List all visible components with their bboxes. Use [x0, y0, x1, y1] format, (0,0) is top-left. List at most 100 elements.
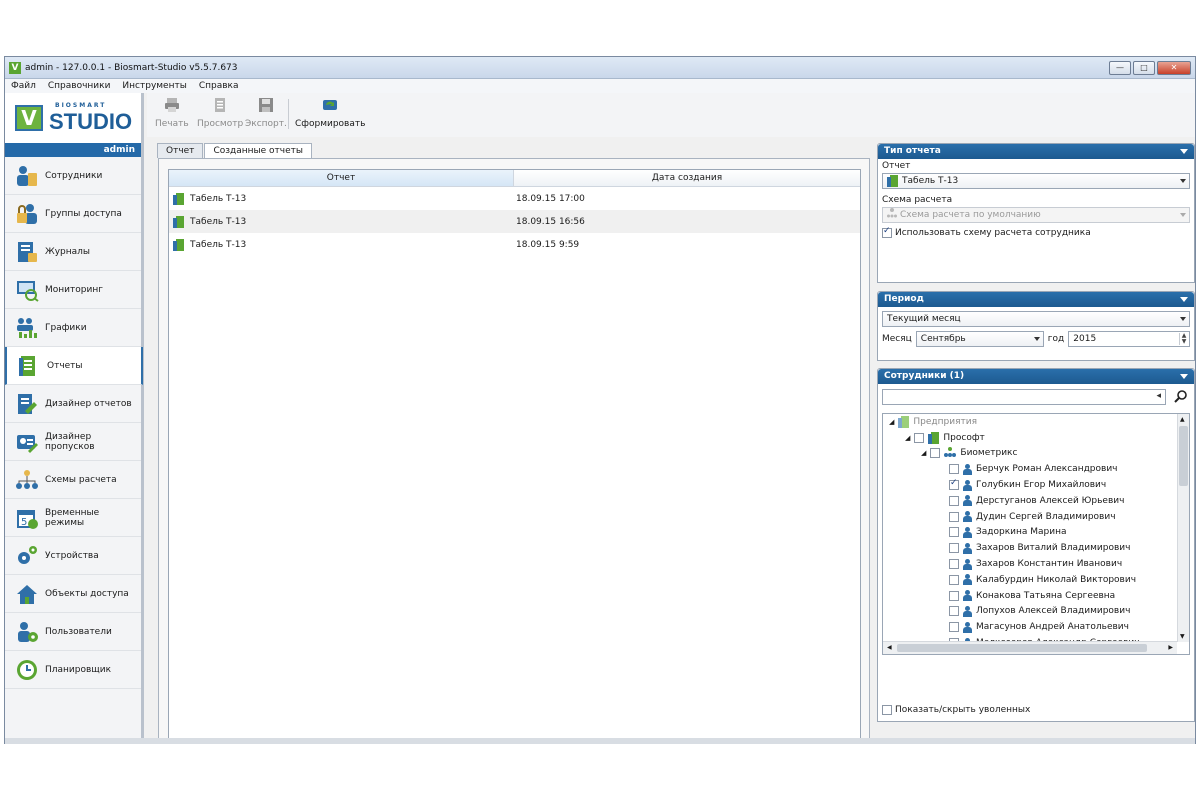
sidebar-item-access-groups[interactable]: Группы доступа [5, 195, 141, 233]
menu-directories[interactable]: Справочники [42, 79, 117, 93]
employee-checkbox[interactable] [949, 527, 959, 538]
scroll-right-icon[interactable]: ▶ [1168, 644, 1173, 651]
expand-icon[interactable]: ◢ [905, 434, 910, 442]
expand-icon[interactable]: ◢ [921, 449, 926, 457]
sidebar-item-access-objects[interactable]: Объекты доступа [5, 575, 141, 613]
employee-tree-item[interactable]: Захаров Константин Иванович [883, 556, 1189, 572]
sidebar-item-scheduler[interactable]: Планировщик [5, 651, 141, 689]
employee-tree-item[interactable]: Задоркина Марина [883, 525, 1189, 541]
period-header[interactable]: Период [878, 292, 1194, 307]
employee-name: Лопухов Алексей Владимирович [976, 606, 1131, 617]
sidebar-item-label: Планировщик [45, 664, 112, 675]
report-select[interactable]: Табель Т-13 [882, 173, 1190, 189]
employees-header[interactable]: Сотрудники (1) [878, 369, 1194, 384]
employee-name: Магасунов Андрей Анатольевич [976, 622, 1129, 633]
employee-checkbox[interactable] [949, 622, 959, 633]
export-button[interactable]: Экспорт. [245, 97, 287, 129]
report-type-header[interactable]: Тип отчета [878, 144, 1194, 159]
year-spinbox[interactable]: 2015 ▲ ▼ [1068, 331, 1190, 347]
employee-checkbox[interactable] [949, 478, 959, 491]
employee-tree-item[interactable]: Магасунов Андрей Анатольевич [883, 619, 1189, 635]
employee-checkbox[interactable] [949, 511, 959, 522]
employee-tree-item[interactable]: Лопухов Алексей Владимирович [883, 604, 1189, 620]
employee-checkbox[interactable] [949, 464, 959, 475]
tree-node-root[interactable]: ◢ Предприятия [883, 414, 1189, 430]
employee-tree-item[interactable]: Конакова Татьяна Сергеевна [883, 588, 1189, 604]
employee-checkbox[interactable] [949, 543, 959, 554]
sidebar-item-devices[interactable]: Устройства [5, 537, 141, 575]
month-select[interactable]: Сентябрь [915, 331, 1044, 347]
scheme-select[interactable]: Схема расчета по умолчанию [882, 207, 1190, 223]
employee-tree-item[interactable]: Берчук Роман Александрович [883, 461, 1189, 477]
sidebar-item-users[interactable]: Пользователи [5, 613, 141, 651]
menu-help[interactable]: Справка [193, 79, 245, 93]
column-header-report[interactable]: Отчет [169, 170, 514, 186]
close-button[interactable]: ✕ [1157, 61, 1191, 75]
tree-node-org[interactable]: ◢ Прософт [883, 430, 1189, 446]
table-row[interactable]: Табель Т-13 18.09.15 9:59 [169, 233, 860, 256]
employee-list: Берчук Роман Александрович Голубкин Егор … [883, 461, 1189, 654]
tab-report[interactable]: Отчет [157, 143, 204, 158]
sidebar-item-label: Пользователи [45, 626, 112, 637]
sidebar-item-monitoring[interactable]: Мониторинг [5, 271, 141, 309]
scroll-up-icon[interactable]: ▲ [1180, 416, 1185, 423]
column-header-date[interactable]: Дата создания [514, 170, 860, 186]
expand-icon[interactable]: ◢ [889, 418, 894, 426]
spin-arrows-icon[interactable]: ▲ ▼ [1179, 333, 1188, 345]
print-button[interactable]: Печать [155, 97, 189, 129]
clear-search-icon[interactable]: ◂ [1156, 391, 1161, 401]
employee-checkbox[interactable] [949, 574, 959, 585]
person-icon [963, 479, 972, 491]
tree-checkbox[interactable] [914, 432, 925, 443]
sidebar-item-journals[interactable]: Журналы [5, 233, 141, 271]
sidebar-item-report-designer[interactable]: Дизайнер отчетов [5, 385, 141, 423]
period-select-value: Текущий месяц [887, 314, 961, 324]
preview-button[interactable]: Просмотр [197, 97, 243, 129]
scheme-icon [15, 468, 39, 492]
period-select[interactable]: Текущий месяц [882, 311, 1190, 327]
employee-tree-item[interactable]: Голубкин Егор Михайлович [883, 477, 1189, 493]
show-fired-row[interactable]: Показать/скрыть уволенных [882, 705, 1030, 715]
table-row[interactable]: Табель Т-13 18.09.15 16:56 [169, 210, 860, 233]
maximize-button[interactable]: □ [1133, 61, 1155, 75]
show-fired-checkbox[interactable] [882, 705, 892, 715]
employee-tree-item[interactable]: Захаров Виталий Владимирович [883, 540, 1189, 556]
sidebar-item-pass-designer[interactable]: Дизайнер пропусков [5, 423, 141, 461]
scroll-left-icon[interactable]: ◀ [887, 644, 892, 651]
sidebar-item-employees[interactable]: Сотрудники [5, 157, 141, 195]
period-panel: Период Текущий месяц Месяц Сентябрь год … [877, 291, 1195, 361]
tree-checkbox[interactable] [930, 448, 941, 459]
save-icon [258, 97, 274, 113]
employee-search-input[interactable]: ◂ [882, 389, 1166, 405]
use-employee-scheme-checkbox[interactable] [882, 226, 892, 238]
employee-checkbox[interactable] [949, 495, 959, 506]
minimize-button[interactable]: — [1109, 61, 1131, 75]
app-window: V admin - 127.0.0.1 - Biosmart-Studio v5… [4, 56, 1196, 744]
sidebar-item-calc-schemes[interactable]: Схемы расчета [5, 461, 141, 499]
table-row[interactable]: Табель Т-13 18.09.15 17:00 [169, 187, 860, 210]
employee-tree-item[interactable]: Дудин Сергей Владимирович [883, 509, 1189, 525]
employee-checkbox[interactable] [949, 559, 959, 570]
employee-tree-item[interactable]: Дерстуганов Алексей Юрьевич [883, 493, 1189, 509]
tree-vertical-scrollbar[interactable]: ▲ ▼ [1177, 414, 1189, 642]
sidebar-item-schedules[interactable]: Графики [5, 309, 141, 347]
employee-checkbox[interactable] [949, 653, 959, 654]
sidebar-item-label: Сотрудники [45, 170, 103, 181]
menu-tools[interactable]: Инструменты [116, 79, 192, 93]
sidebar-item-time-modes[interactable]: 5 Временные режимы [5, 499, 141, 537]
use-employee-scheme-row[interactable]: Использовать схему расчета сотрудника [882, 226, 1190, 238]
tab-created-reports[interactable]: Созданные отчеты [204, 143, 312, 159]
tree-horizontal-scrollbar[interactable]: ◀ ▶ [883, 641, 1177, 654]
scroll-down-icon[interactable]: ▼ [1180, 633, 1185, 640]
scroll-thumb[interactable] [897, 644, 1147, 652]
brand-logo: V BIOSMART STUDIO [5, 93, 141, 143]
tree-node-dept[interactable]: ◢ Биометрикс [883, 446, 1189, 462]
employee-checkbox[interactable] [949, 590, 959, 601]
scroll-thumb[interactable] [1179, 426, 1188, 486]
sidebar-item-reports[interactable]: Отчеты [5, 347, 143, 385]
menu-file[interactable]: Файл [5, 79, 42, 93]
search-icon[interactable] [1174, 389, 1188, 406]
generate-button[interactable]: Сформировать [295, 97, 365, 129]
employee-checkbox[interactable] [949, 606, 959, 617]
employee-tree-item[interactable]: Калабурдин Николай Викторович [883, 572, 1189, 588]
